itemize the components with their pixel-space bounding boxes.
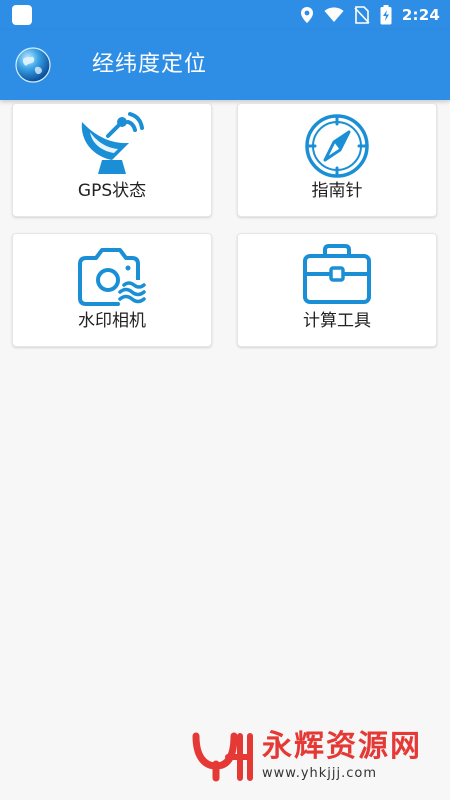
tile-label: 计算工具: [303, 311, 371, 331]
status-right: 2:24: [300, 0, 440, 30]
tile-compass[interactable]: 指南针: [237, 103, 437, 217]
yh-logo-icon: [190, 730, 254, 782]
tile-label: 指南针: [311, 181, 363, 201]
tile-label: GPS状态: [77, 181, 147, 201]
wifi-icon: [324, 7, 344, 23]
satellite-dish-icon: [74, 110, 150, 178]
watermark-title: 永辉资源网: [262, 729, 422, 764]
compass-icon: [299, 110, 375, 178]
location-icon: [300, 6, 314, 24]
camera-icon: [74, 240, 150, 308]
no-sim-icon: [354, 6, 370, 24]
tile-label: 水印相机: [78, 311, 146, 331]
globe-icon: [14, 46, 52, 84]
tile-watermark-camera[interactable]: 水印相机: [12, 233, 212, 347]
site-watermark: 永辉资源网 www.yhkjjj.com: [190, 730, 422, 782]
status-time: 2:24: [401, 6, 440, 24]
status-bar: 2:24: [0, 0, 450, 30]
battery-charging-icon: [380, 5, 392, 25]
app-bar: 经纬度定位: [0, 30, 450, 100]
tile-calculation-tools[interactable]: 计算工具: [237, 233, 437, 347]
watermark-url: www.yhkjjj.com: [262, 766, 378, 781]
tile-gps-status[interactable]: GPS状态: [12, 103, 212, 217]
watermark-text: 永辉资源网 www.yhkjjj.com: [262, 730, 422, 782]
notification-app-icon: [12, 5, 32, 25]
toolbox-icon: [299, 240, 375, 308]
app-title: 经纬度定位: [92, 52, 208, 77]
